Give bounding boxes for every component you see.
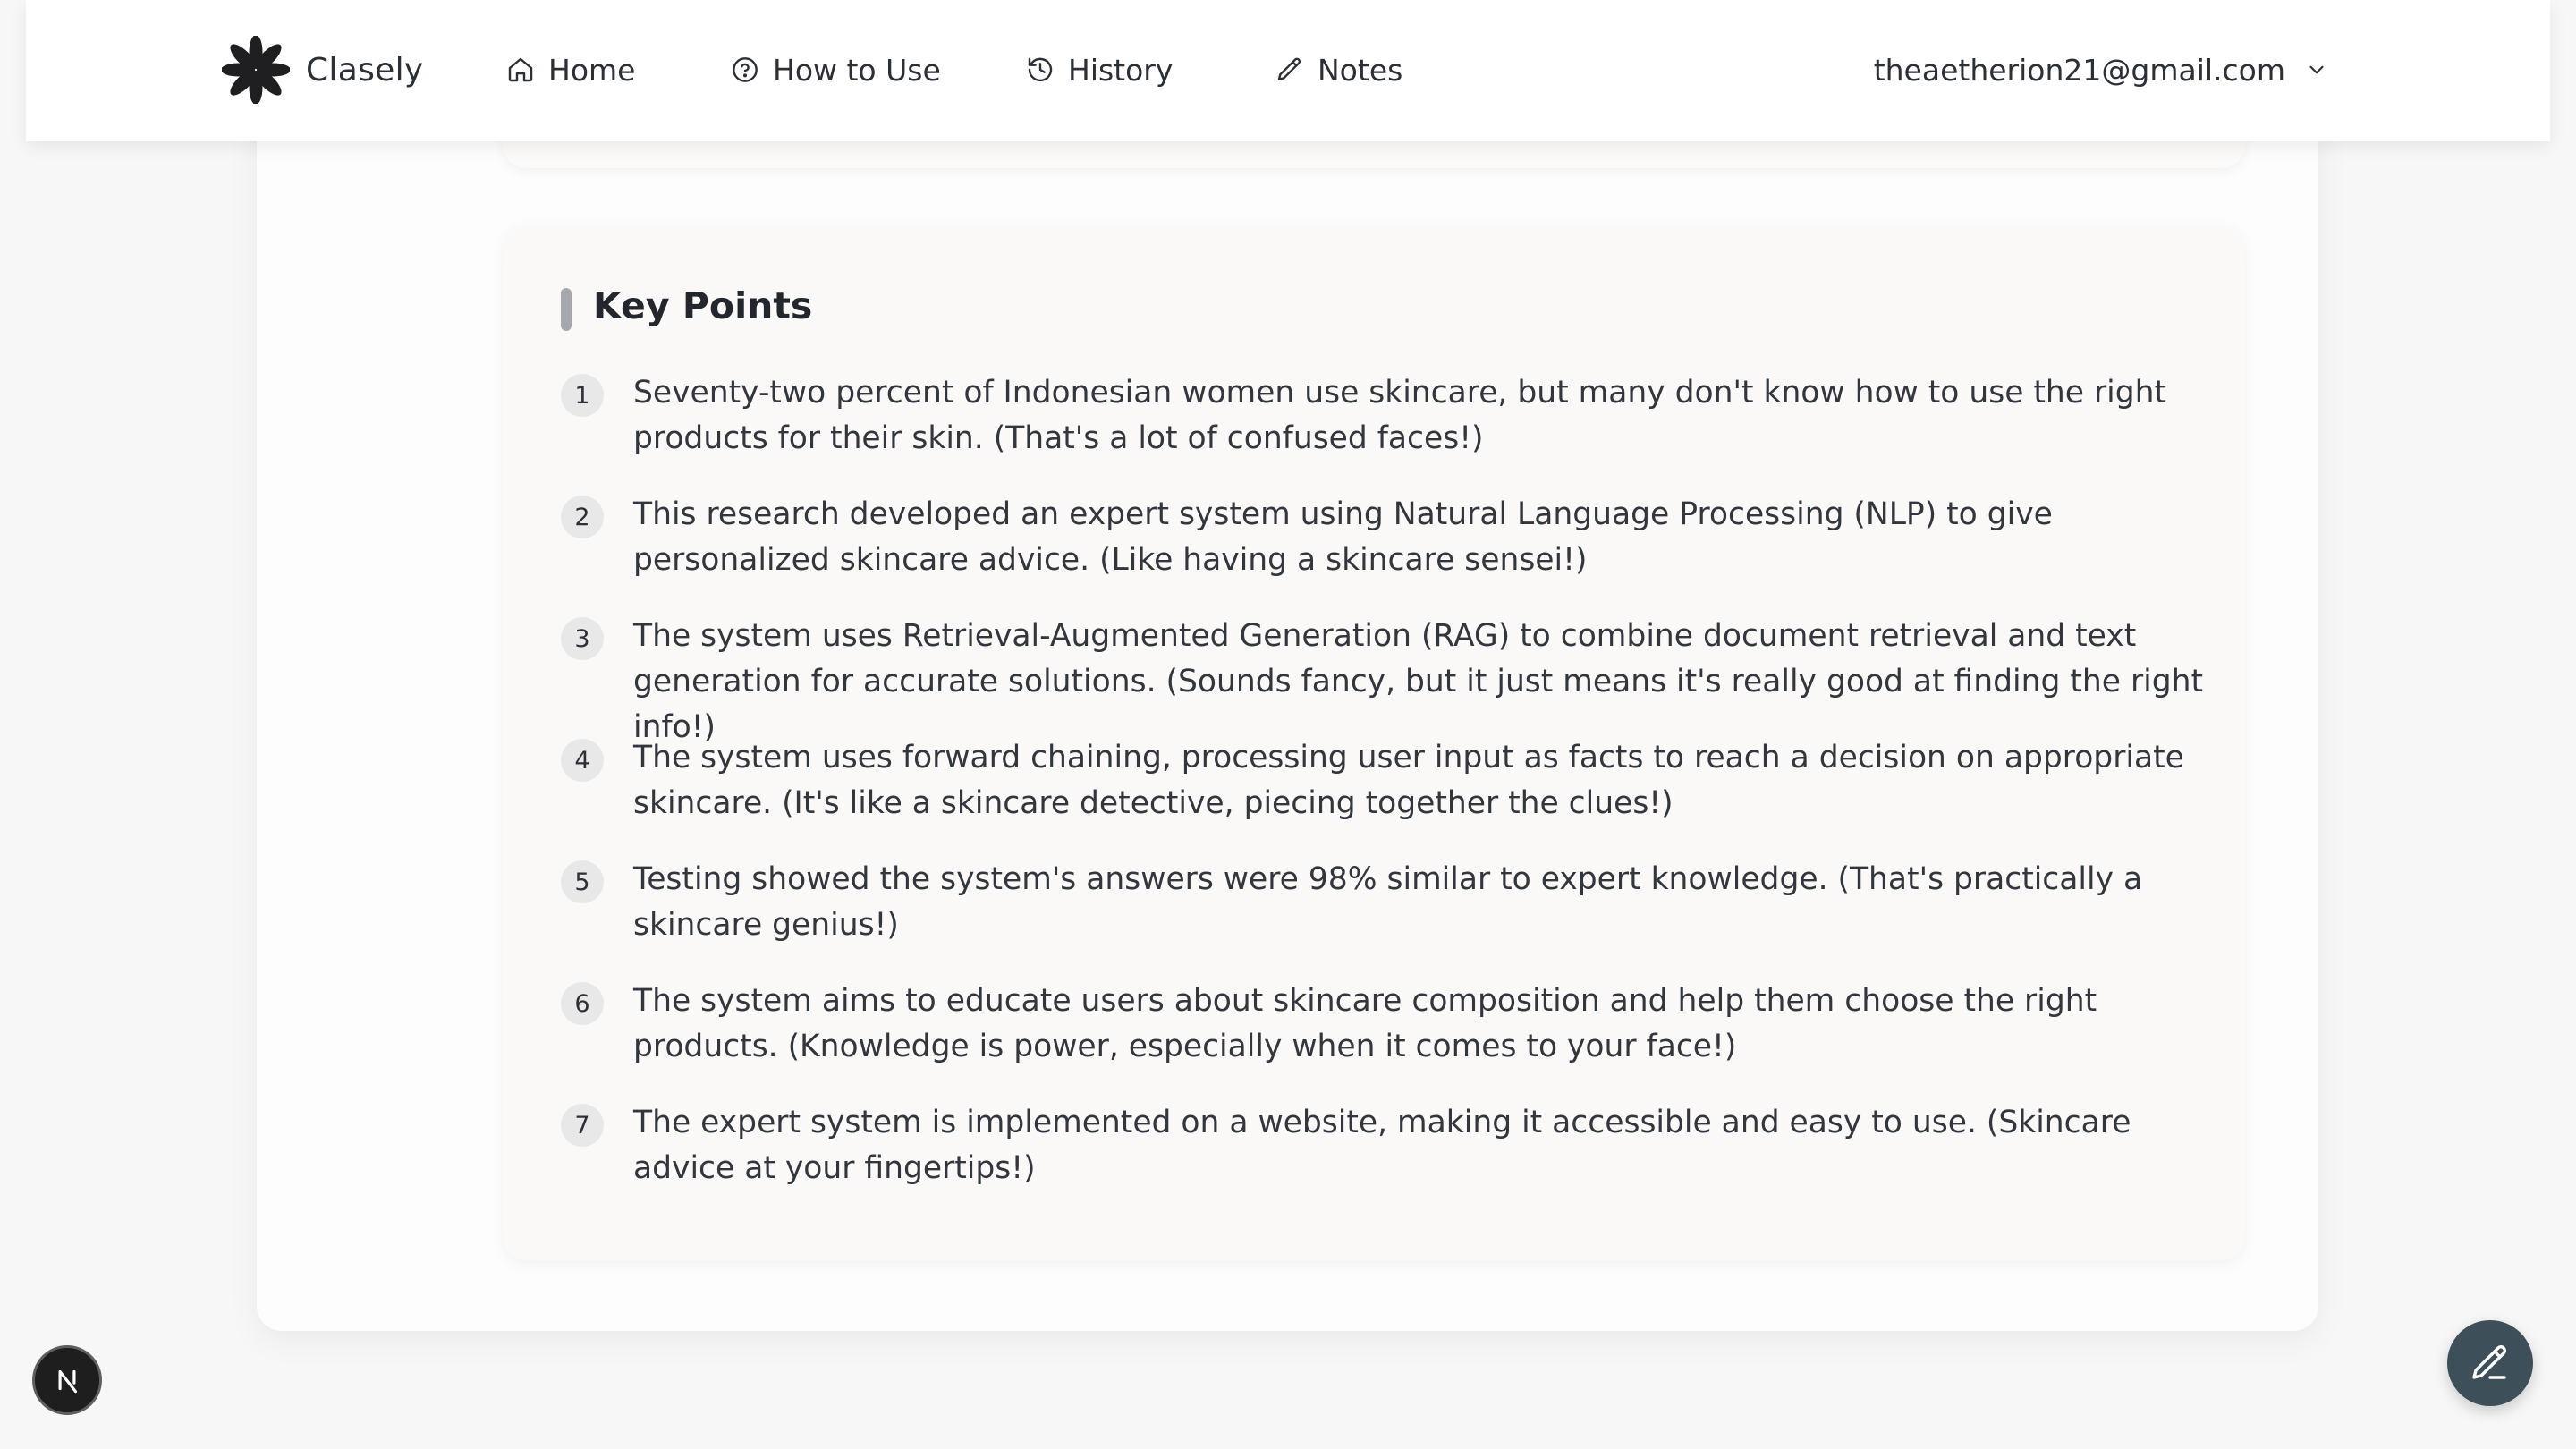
key-point-item: 2 This research developed an expert syst… — [561, 492, 2207, 614]
key-point-item: 5 Testing showed the system's answers we… — [561, 857, 2207, 979]
key-point-item: 1 Seventy-two percent of Indonesian wome… — [561, 370, 2207, 492]
help-circle-icon — [733, 57, 758, 82]
pencil-icon — [2472, 1345, 2506, 1379]
key-point-text: The system uses forward chaining, proces… — [633, 740, 2184, 821]
nav-history-label: History — [1068, 52, 1174, 88]
key-points-title: Key Points — [593, 284, 813, 327]
chevron-down-icon — [2309, 65, 2324, 74]
brand[interactable]: Clasely — [222, 36, 424, 104]
key-point-number: 2 — [561, 496, 604, 538]
nav-notes[interactable]: Notes — [1275, 45, 1402, 95]
account-menu[interactable]: theaetherion21@gmail.com — [1874, 45, 2328, 95]
brand-name: Clasely — [306, 51, 424, 89]
nav-home[interactable]: Home — [506, 45, 635, 95]
floating-notes-button[interactable] — [2447, 1320, 2533, 1406]
key-point-number: 3 — [561, 617, 604, 660]
nav-notes-label: Notes — [1318, 52, 1403, 88]
pencil-icon — [1277, 57, 1301, 80]
key-point-number: 4 — [561, 739, 604, 782]
nav-home-label: Home — [548, 52, 636, 88]
nextjs-logo-icon — [58, 1369, 78, 1394]
clasely-logo-icon — [222, 36, 290, 104]
key-point-text: Seventy-two percent of Indonesian women … — [633, 375, 2167, 456]
key-point-text: This research developed an expert system… — [633, 496, 2053, 578]
key-point-text: Testing showed the system's answers were… — [633, 861, 2143, 943]
key-point-text: The system aims to educate users about s… — [633, 983, 2097, 1064]
top-navbar: Clasely Home How to Use History Notes th… — [26, 0, 2550, 141]
nav-how-to-use[interactable]: How to Use — [731, 45, 941, 95]
key-point-number: 6 — [561, 982, 604, 1025]
home-icon — [508, 57, 533, 82]
key-point-item: 3 The system uses Retrieval-Augmented Ge… — [561, 614, 2207, 745]
key-points-card: Key Points 1 Seventy-two percent of Indo… — [503, 225, 2245, 1260]
history-icon — [1028, 57, 1053, 82]
nextjs-dev-indicator[interactable] — [32, 1345, 102, 1415]
key-point-text: The system uses Retrieval-Augmented Gene… — [633, 618, 2204, 745]
key-point-item: 6 The system aims to educate users about… — [561, 979, 2207, 1100]
key-point-number: 1 — [561, 374, 604, 417]
key-point-item: 7 The expert system is implemented on a … — [561, 1100, 2207, 1222]
key-point-text: The expert system is implemented on a we… — [633, 1105, 2131, 1186]
key-point-number: 5 — [561, 860, 604, 903]
key-points-list: 1 Seventy-two percent of Indonesian wome… — [561, 370, 2207, 1222]
nav-how-to-use-label: How to Use — [773, 52, 941, 88]
section-accent-bar — [561, 288, 572, 331]
key-point-item: 4 The system uses forward chaining, proc… — [561, 735, 2207, 857]
key-point-number: 7 — [561, 1104, 604, 1147]
account-email: theaetherion21@gmail.com — [1873, 52, 2285, 88]
nav-history[interactable]: History — [1026, 45, 1173, 95]
